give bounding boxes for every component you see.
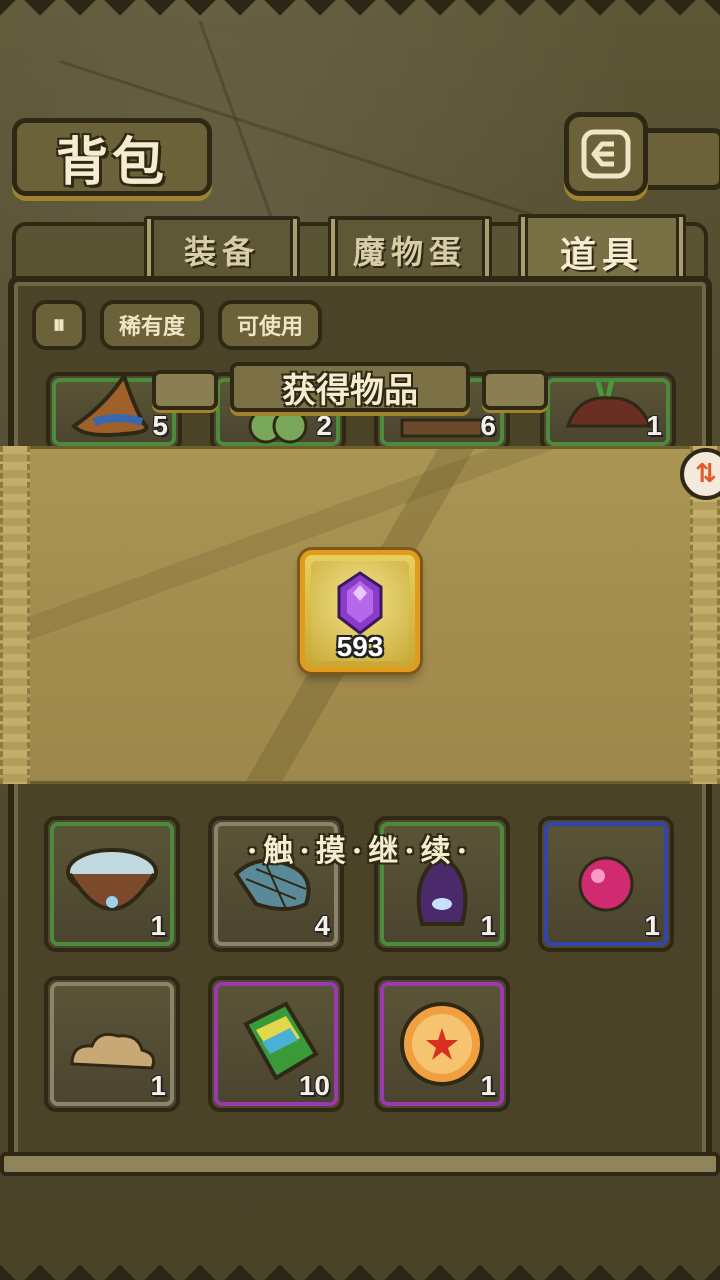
item-count: 10 [298, 1070, 330, 1101]
tab-post [482, 216, 492, 284]
item-count: 1 [150, 910, 166, 941]
reward-item-tile[interactable]: 593 [300, 550, 420, 672]
tab-post [518, 214, 528, 282]
item-count: 1 [646, 410, 662, 441]
page-title-plate: 背包 [12, 118, 212, 196]
tab-post [328, 216, 338, 284]
page-title: 背包 [55, 131, 168, 193]
reward-count: 593 [336, 631, 384, 662]
back-button-tail [644, 128, 720, 190]
popup-header-wing-right [482, 370, 548, 410]
top-jagged-border [0, 0, 720, 22]
pause-icon: ⏸ [52, 309, 66, 340]
touch-to-continue[interactable]: ·触·摸·继·续· [0, 826, 720, 870]
item-count: 1 [480, 910, 496, 941]
usable-filter-label: 可使用 [236, 315, 303, 340]
tab-label: 道具 [559, 234, 644, 276]
panel-bottom-bar [0, 1152, 720, 1176]
inventory-slot[interactable]: 10 [208, 976, 344, 1112]
popup-edge-left [0, 446, 30, 784]
tab-post [144, 216, 154, 284]
item-count: 5 [152, 410, 168, 441]
tab-label: 魔物蛋 [352, 233, 467, 271]
popup-title: 获得物品 [282, 370, 418, 411]
inventory-slot[interactable]: 1 [44, 976, 180, 1112]
sort-toggle-button[interactable]: ⏸ [32, 300, 86, 350]
purple-gem-icon [337, 571, 383, 635]
popup-header-wing-left [152, 370, 218, 410]
tab-post [290, 216, 300, 284]
item-count: 4 [314, 910, 330, 941]
item-count: 6 [480, 410, 496, 441]
inventory-slot[interactable]: 1 [374, 976, 510, 1112]
inventory-slot[interactable]: 1 [540, 372, 676, 452]
rarity-filter-label: 稀有度 [118, 315, 185, 340]
tab-monster-egg[interactable]: 魔物蛋 [328, 216, 492, 284]
rarity-filter-button[interactable]: 稀有度 [100, 300, 204, 350]
tab-equipment[interactable]: 装备 [144, 216, 300, 284]
star-ball-icon [400, 1002, 484, 1086]
tab-label: 装备 [183, 233, 260, 271]
item-count: 1 [480, 1070, 496, 1101]
item-count: 1 [644, 910, 660, 941]
usable-filter-button[interactable]: 可使用 [218, 300, 322, 350]
item-count: 2 [316, 410, 332, 441]
tab-post [676, 214, 686, 282]
back-arrow-icon [581, 129, 631, 179]
cloud-stone-icon [70, 1032, 156, 1070]
back-button[interactable] [564, 112, 648, 196]
bottom-jagged-border [0, 1258, 720, 1280]
item-count: 1 [150, 1070, 166, 1101]
popup-header: 获得物品 [230, 362, 470, 412]
